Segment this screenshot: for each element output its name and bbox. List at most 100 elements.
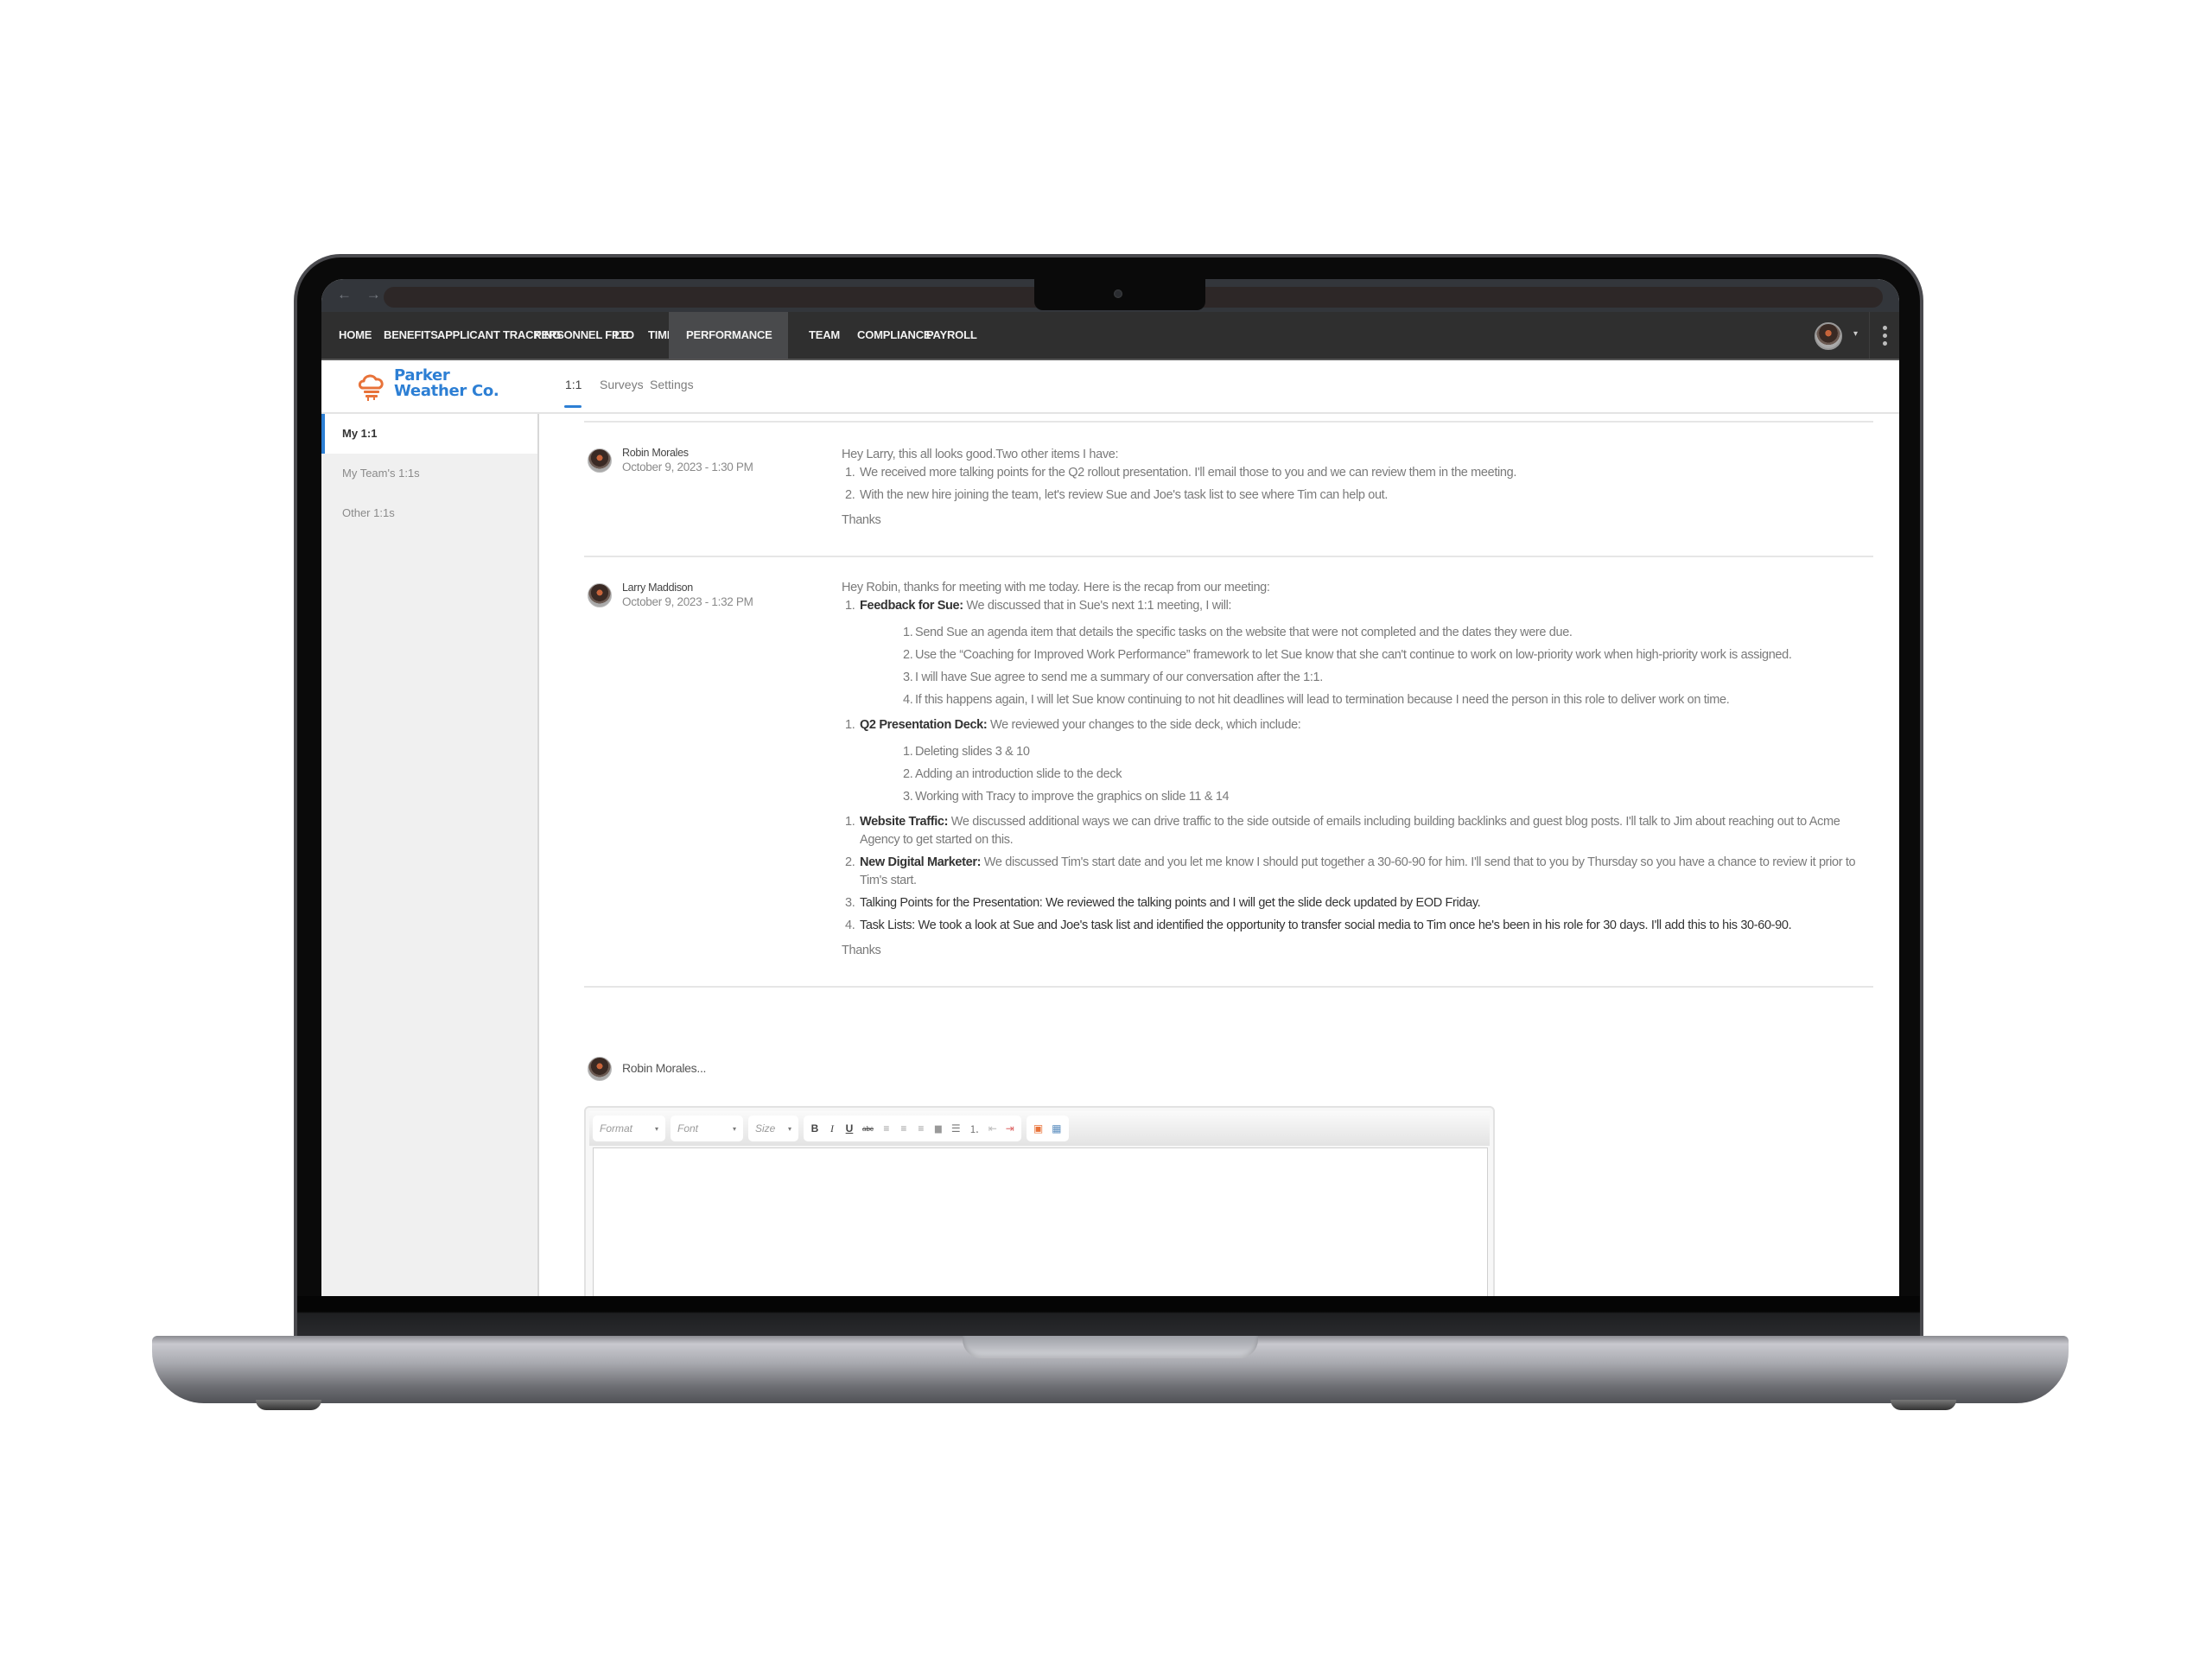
nav-performance[interactable]: PERFORMANCE xyxy=(669,312,788,359)
list-text: We received more talking points for the … xyxy=(860,466,1516,480)
font-select-label: Font xyxy=(677,1122,699,1135)
align-left-icon[interactable]: ≡ xyxy=(882,1122,891,1135)
list-number: 1. xyxy=(845,815,855,829)
sub-list-item: 2. Use the “Coaching for Improved Work Pe… xyxy=(899,646,1870,664)
bullet-list-icon[interactable]: ☰ xyxy=(951,1122,961,1135)
author-name: Robin Morales xyxy=(622,447,689,459)
list-number: 1. xyxy=(845,718,855,732)
list-item: 1. Website Traffic: We discussed addition… xyxy=(842,813,1870,849)
section-text: We discussed that in Sue's next 1:1 meet… xyxy=(963,599,1232,613)
sub-list-item: 3. I will have Sue agree to send me a sum… xyxy=(899,669,1870,687)
insert-table-icon[interactable]: ▦ xyxy=(1052,1122,1061,1135)
composer-author-name: Robin Morales... xyxy=(622,1061,707,1075)
bold-icon[interactable]: B xyxy=(810,1122,819,1135)
list-text: Adding an introduction slide to the deck xyxy=(915,767,1122,781)
tab-settings[interactable]: Settings xyxy=(650,378,694,391)
item-text: We took a look at Sue and Joe's task lis… xyxy=(914,918,1792,932)
laptop-hinge-notch xyxy=(963,1336,1258,1358)
item-text: We discussed additional ways we can driv… xyxy=(860,815,1840,847)
message-body: Hey Robin, thanks for meeting with me to… xyxy=(842,579,1870,960)
numbered-list-icon[interactable]: ⒈ xyxy=(969,1122,980,1136)
message-input[interactable] xyxy=(593,1147,1488,1296)
list-number: 3. xyxy=(845,896,855,910)
avatar xyxy=(588,448,612,473)
list-text: Send Sue an agenda item that details the… xyxy=(915,626,1573,639)
message-intro: Hey Larry, this all looks good.Two other… xyxy=(842,448,1119,461)
indent-icon[interactable]: ⇥ xyxy=(1006,1122,1014,1135)
message-list: 1. Feedback for Sue: We discussed that i… xyxy=(842,597,1870,935)
strikethrough-icon[interactable]: abc xyxy=(862,1125,874,1133)
sidebar-item-my-teams-1on1s[interactable]: My Team's 1:1s xyxy=(321,454,537,493)
list-item: 1. We received more talking points for th… xyxy=(842,464,1870,482)
company-name: Parker Weather Co. xyxy=(394,368,499,399)
sidebar-item-other-1on1s[interactable]: Other 1:1s xyxy=(321,493,537,533)
back-forward-icon[interactable]: ← → xyxy=(337,286,386,303)
list-item: 3. Talking Points for the Presentation: W… xyxy=(842,894,1870,912)
outdent-icon[interactable]: ⇤ xyxy=(988,1122,997,1135)
list-item: 1. Feedback for Sue: We discussed that i… xyxy=(842,597,1870,709)
format-select[interactable]: Format ▾ xyxy=(593,1116,665,1141)
sub-list-item: 2. Adding an introduction slide to the de… xyxy=(899,766,1870,784)
more-options-icon[interactable] xyxy=(1869,312,1899,359)
list-text: Deleting slides 3 & 10 xyxy=(915,745,1030,759)
camera-icon xyxy=(1114,289,1122,298)
insert-group: ▣ ▦ xyxy=(1026,1116,1069,1141)
message-intro: Hey Robin, thanks for meeting with me to… xyxy=(842,581,1270,594)
list-number: 1. xyxy=(845,599,855,613)
item-title: Talking Points for the Presentation: xyxy=(860,896,1043,910)
sub-list: 1. Deleting slides 3 & 10 2. Adding an int… xyxy=(860,743,1870,806)
list-number: 3. xyxy=(903,671,913,684)
message-date: October 9, 2023 - 1:30 PM xyxy=(622,461,753,474)
divider xyxy=(584,421,1873,423)
author-name: Larry Maddison xyxy=(622,582,693,594)
sub-list: 1. Send Sue an agenda item that details t… xyxy=(860,624,1870,709)
company-logo[interactable]: Parker Weather Co. xyxy=(339,365,537,409)
item-title: New Digital Marketer: xyxy=(860,855,982,869)
list-number: 4. xyxy=(845,918,855,932)
nav-payroll[interactable]: PAYROLL xyxy=(909,312,995,359)
divider xyxy=(584,986,1873,988)
underline-icon[interactable]: U xyxy=(845,1122,854,1135)
chevron-down-icon: ▾ xyxy=(732,1124,736,1133)
tab-1on1[interactable]: 1:1 xyxy=(565,378,582,391)
format-select-label: Format xyxy=(600,1122,633,1135)
list-number: 2. xyxy=(845,855,855,869)
item-text: We reviewed the talking points and I wil… xyxy=(1042,896,1481,910)
item-title: Task Lists: xyxy=(860,918,915,932)
item-text: We discussed Tim's start date and you le… xyxy=(860,855,1856,887)
camera-notch xyxy=(1034,279,1205,310)
align-center-icon[interactable]: ≡ xyxy=(899,1122,908,1135)
sidebar: My 1:1 My Team's 1:1s Other 1:1s xyxy=(321,414,539,1296)
size-select[interactable]: Size ▾ xyxy=(748,1116,798,1141)
paste-from-word-icon[interactable]: ▣ xyxy=(1033,1122,1043,1135)
chevron-down-icon[interactable]: ▾ xyxy=(1853,329,1858,339)
list-item: 2. New Digital Marketer: We discussed Tim… xyxy=(842,854,1870,890)
list-text: Working with Tracy to improve the graphi… xyxy=(915,790,1230,804)
message-closing: Thanks xyxy=(842,513,881,527)
sidebar-item-my-1on1[interactable]: My 1:1 xyxy=(321,414,537,454)
active-tab-indicator xyxy=(564,405,582,408)
list-item: 2. With the new hire joining the team, le… xyxy=(842,486,1870,505)
user-avatar[interactable] xyxy=(1815,322,1842,350)
sub-list-item: 3. Working with Tracy to improve the grap… xyxy=(899,788,1870,806)
cloud-logo-icon xyxy=(358,374,384,401)
avatar xyxy=(588,583,612,607)
font-select[interactable]: Font ▾ xyxy=(671,1116,743,1141)
italic-icon[interactable]: I xyxy=(828,1122,836,1135)
list-number: 1. xyxy=(845,466,855,480)
tab-surveys[interactable]: Surveys xyxy=(600,378,644,391)
section-title: Feedback for Sue: xyxy=(860,599,963,613)
list-number: 2. xyxy=(903,648,913,662)
company-name-line2: Weather Co. xyxy=(394,382,499,400)
align-right-icon[interactable]: ≡ xyxy=(917,1122,925,1135)
laptop-chin xyxy=(297,1296,1920,1338)
list-number: 4. xyxy=(903,693,913,707)
avatar xyxy=(588,1057,612,1081)
editor-toolbar: Format ▾ Font ▾ Size ▾ B I U abc ≡ ≡ ≡ ▆ ☰ … xyxy=(589,1111,1490,1146)
message-list: 1. We received more talking points for th… xyxy=(842,464,1870,505)
list-number: 3. xyxy=(903,790,913,804)
list-item: 4. Task Lists: We took a look at Sue and … xyxy=(842,917,1870,935)
section-text: We reviewed your changes to the side dec… xyxy=(987,718,1301,732)
list-number: 1. xyxy=(903,626,913,639)
justify-icon[interactable]: ▆ xyxy=(934,1124,943,1134)
